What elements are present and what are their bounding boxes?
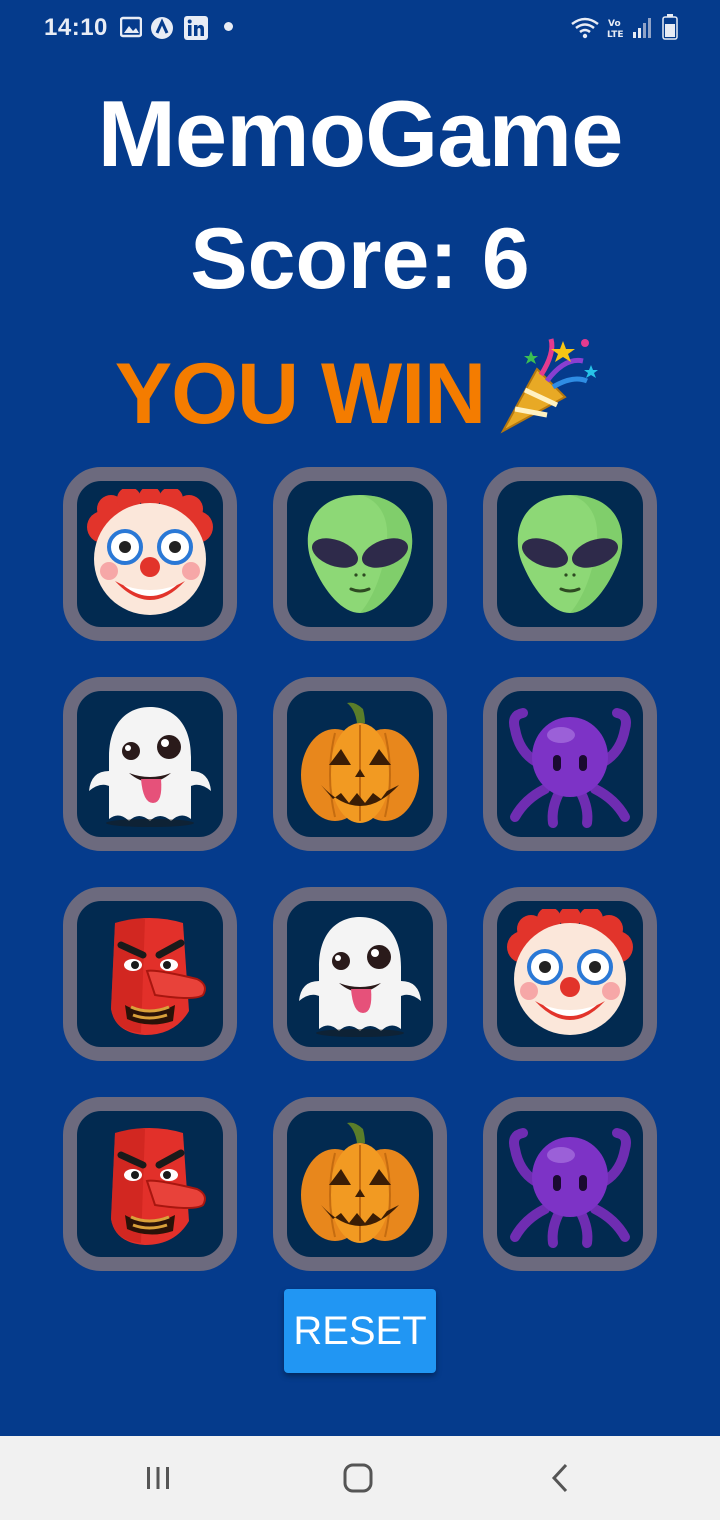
home-icon xyxy=(343,1463,373,1493)
recent-apps-button[interactable] xyxy=(98,1436,218,1520)
clown-face-icon xyxy=(505,909,635,1039)
alien-icon xyxy=(505,489,635,619)
octopus-icon xyxy=(505,699,635,829)
app-title: MemoGame xyxy=(97,81,624,186)
tengu-goblin-icon xyxy=(85,909,215,1039)
clown-face-icon xyxy=(85,489,215,619)
party-popper-icon xyxy=(500,338,599,434)
image-icon xyxy=(119,16,143,38)
reset-button[interactable]: RESET xyxy=(284,1289,436,1373)
memory-card[interactable] xyxy=(483,467,657,641)
score-label: Score: xyxy=(190,211,458,307)
back-icon xyxy=(551,1463,568,1493)
memory-card[interactable] xyxy=(63,677,237,851)
memory-card[interactable] xyxy=(63,467,237,641)
memory-card[interactable] xyxy=(63,887,237,1061)
win-banner: YOU WIN xyxy=(0,335,720,444)
wifi-icon xyxy=(570,16,599,39)
memory-card[interactable] xyxy=(483,1097,657,1271)
svg-text:LTE: LTE xyxy=(607,30,624,40)
signal-icon xyxy=(632,16,654,38)
memory-card[interactable] xyxy=(273,1097,447,1271)
jack-o-lantern-icon xyxy=(295,699,425,829)
volte-icon: Vo LTE xyxy=(606,16,628,40)
svg-text:Vo: Vo xyxy=(608,19,621,29)
memory-card[interactable] xyxy=(483,887,657,1061)
memory-card[interactable] xyxy=(273,887,447,1061)
octopus-icon xyxy=(505,1119,635,1249)
linkedin-icon xyxy=(184,16,208,40)
ghost-icon xyxy=(295,909,425,1039)
memory-card[interactable] xyxy=(483,677,657,851)
battery-icon xyxy=(662,14,684,40)
jack-o-lantern-icon xyxy=(295,1119,425,1249)
win-message: YOU WIN xyxy=(114,346,486,442)
recent-apps-icon xyxy=(147,1467,169,1489)
status-time: 14:10 xyxy=(44,14,108,41)
score-line: Score: 6 xyxy=(0,210,720,309)
alien-icon xyxy=(295,489,425,619)
home-button[interactable] xyxy=(298,1436,418,1520)
memory-card[interactable] xyxy=(273,467,447,641)
memory-card[interactable] xyxy=(63,1097,237,1271)
tengu-goblin-icon xyxy=(85,1119,215,1249)
app-icon xyxy=(150,16,173,39)
card-grid xyxy=(63,467,659,1271)
notification-dot xyxy=(224,22,233,31)
ghost-icon xyxy=(85,699,215,829)
status-bar: 14:10 Vo LTE xyxy=(0,0,720,56)
score-value: 6 xyxy=(481,211,530,307)
back-button[interactable] xyxy=(500,1436,620,1520)
memory-card[interactable] xyxy=(273,677,447,851)
navigation-bar xyxy=(0,1436,720,1520)
